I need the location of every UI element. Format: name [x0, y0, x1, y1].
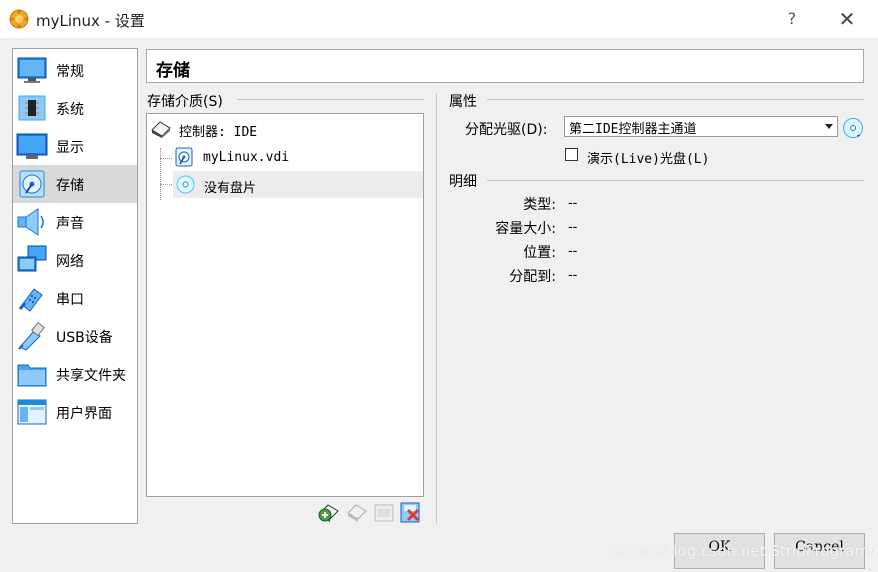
attributes-label: 属性 — [449, 94, 477, 110]
information-separator — [487, 180, 864, 181]
info-attached-value: -- — [568, 268, 578, 283]
title-bar: myLinux - 设置 ? ✕ — [0, 0, 878, 38]
storage-tree[interactable]: 控制器: IDE myLinux.vdi 没有盘片 — [146, 113, 424, 497]
optical-drive-label: 分配光驱(D): — [465, 122, 548, 138]
close-button[interactable]: ✕ — [834, 6, 860, 32]
choose-disc-icon[interactable] — [842, 117, 864, 139]
info-location-value: -- — [568, 244, 578, 259]
optical-drive-select[interactable]: 第二IDE控制器主通道 — [564, 116, 838, 137]
sidebar-item-label: 用户界面 — [56, 406, 112, 422]
optical-drive-value: 第二IDE控制器主通道 — [569, 122, 697, 137]
sidebar-item-general[interactable]: 常规 — [13, 51, 137, 89]
sidebar-item-label: 系统 — [56, 102, 84, 118]
tree-item-label: myLinux.vdi — [203, 150, 290, 165]
remove-attachment-icon[interactable] — [399, 501, 421, 523]
watermark: https://blog.csdn.net/StripProgrammer — [610, 542, 878, 560]
settings-sidebar: 常规 系统 显示 存储 声音 网络 串口 USB设备 共享文件夹 用户界面 — [12, 48, 138, 524]
tree-item-controller[interactable]: 控制器: IDE — [147, 115, 423, 142]
window-title: myLinux - 设置 — [36, 12, 145, 30]
remove-controller-icon — [374, 504, 394, 522]
tree-connector — [160, 148, 161, 200]
chip-icon — [18, 95, 46, 121]
page-title: 存储 — [156, 61, 190, 81]
sidebar-item-shared-folders[interactable]: 共享文件夹 — [13, 355, 137, 393]
add-attachment-icon — [347, 504, 367, 522]
sidebar-item-label: 显示 — [56, 140, 84, 156]
info-size-key: 容量大小: — [495, 221, 556, 237]
attributes-separator — [487, 99, 864, 100]
usb-icon — [18, 321, 45, 351]
window-icon — [17, 399, 47, 425]
tree-connector — [160, 158, 172, 159]
info-type-key: 类型: — [523, 197, 556, 213]
sidebar-item-label: 常规 — [56, 64, 84, 80]
speaker-icon — [17, 208, 44, 236]
monitor-icon — [17, 57, 47, 83]
sidebar-item-system[interactable]: 系统 — [13, 89, 137, 127]
sidebar-item-label: 网络 — [56, 254, 84, 270]
chevron-down-icon — [825, 124, 833, 129]
display-icon — [16, 133, 48, 159]
sidebar-item-network[interactable]: 网络 — [13, 241, 137, 279]
info-attached-key: 分配到: — [509, 269, 556, 285]
ide-controller-icon — [151, 121, 171, 138]
disk-icon — [19, 170, 45, 198]
sidebar-item-label: 共享文件夹 — [56, 368, 126, 384]
sidebar-item-label: USB设备 — [56, 330, 113, 346]
tree-connector — [160, 184, 172, 185]
storage-media-label: 存储介质(S) — [147, 94, 223, 110]
serial-port-icon — [18, 288, 43, 312]
sidebar-item-display[interactable]: 显示 — [13, 127, 137, 165]
sidebar-item-usb[interactable]: USB设备 — [13, 317, 137, 355]
sidebar-item-audio[interactable]: 声音 — [13, 203, 137, 241]
sidebar-item-label: 存储 — [56, 178, 84, 194]
information-label: 明细 — [449, 174, 477, 190]
help-button[interactable]: ? — [780, 7, 804, 31]
hard-disk-icon — [175, 147, 193, 167]
live-cd-label: 演示(Live)光盘(L) — [587, 152, 710, 167]
app-icon — [9, 9, 29, 29]
sidebar-item-label: 串口 — [56, 292, 84, 308]
sidebar-item-label: 声音 — [56, 216, 84, 232]
page-header: 存储 — [146, 49, 864, 83]
storage-media-separator — [237, 99, 424, 100]
controller-label: 控制器: IDE — [179, 125, 258, 140]
info-type-value: -- — [568, 196, 578, 211]
tree-item-optical-empty[interactable]: 没有盘片 — [173, 171, 423, 198]
sidebar-item-storage[interactable]: 存储 — [13, 165, 137, 203]
sidebar-item-serial[interactable]: 串口 — [13, 279, 137, 317]
add-controller-icon[interactable] — [318, 501, 340, 523]
panel-divider — [436, 93, 437, 524]
network-icon — [17, 245, 47, 272]
sidebar-item-user-interface[interactable]: 用户界面 — [13, 393, 137, 431]
folder-icon — [17, 364, 47, 387]
live-cd-checkbox[interactable] — [565, 148, 578, 161]
info-size-value: -- — [568, 220, 578, 235]
optical-disc-icon — [176, 175, 195, 194]
tree-item-label: 没有盘片 — [204, 181, 257, 196]
tree-item-hard-disk[interactable]: myLinux.vdi — [173, 144, 423, 171]
info-location-key: 位置: — [523, 245, 556, 261]
